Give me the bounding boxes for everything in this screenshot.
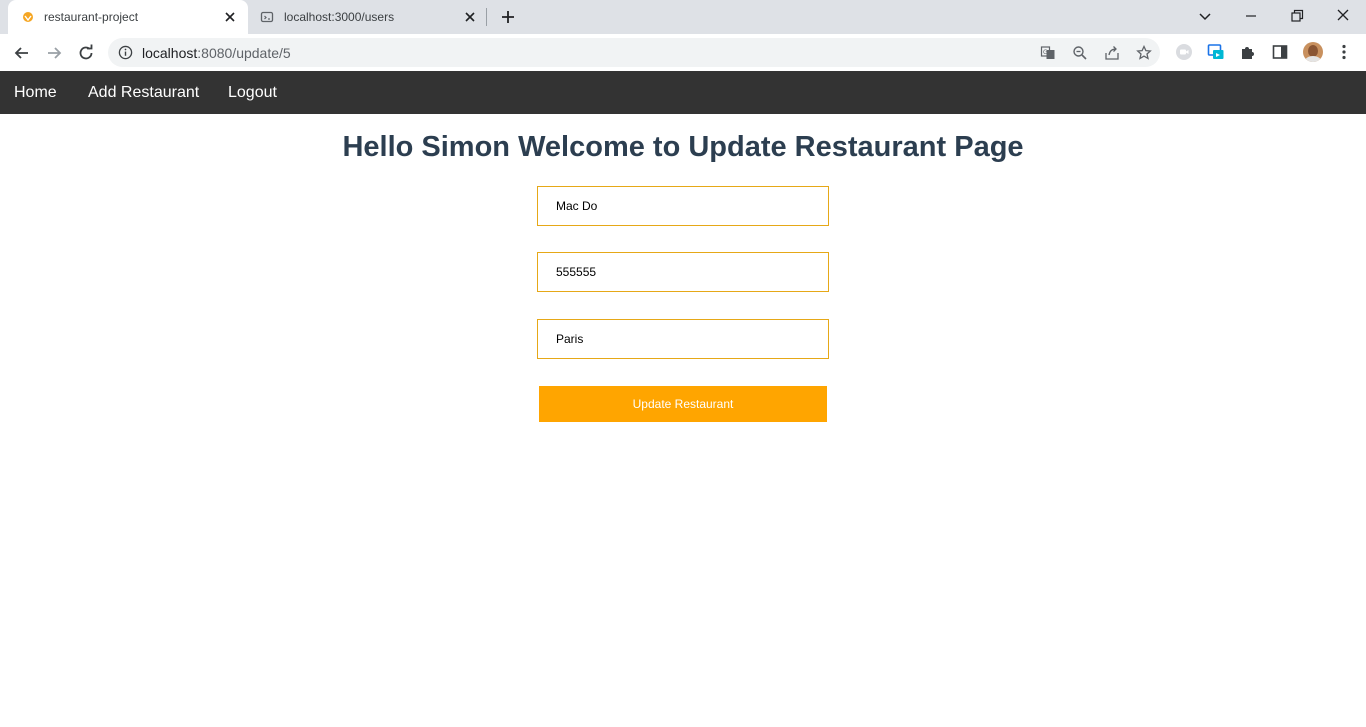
vue-favicon-icon <box>23 12 33 22</box>
restaurant-city-input[interactable] <box>537 319 829 359</box>
site-navbar: Home Add Restaurant Logout <box>0 71 1366 114</box>
reload-icon[interactable] <box>76 43 96 63</box>
new-tab-icon[interactable] <box>500 9 516 25</box>
nav-add-restaurant-link[interactable]: Add Restaurant <box>88 84 199 102</box>
tab-title: restaurant-project <box>44 10 139 24</box>
kebab-menu-icon[interactable] <box>1335 43 1353 61</box>
url-text: localhost:8080/update/5 <box>142 45 291 61</box>
side-panel-icon[interactable] <box>1271 43 1289 61</box>
page-favicon-icon <box>260 11 274 23</box>
url-path: :8080/update/5 <box>197 45 291 61</box>
browser-tab-strip: restaurant-project localhost:3000/users <box>0 0 1366 34</box>
close-icon[interactable] <box>222 9 238 25</box>
tab-localhost-users[interactable]: localhost:3000/users <box>248 0 488 34</box>
profile-avatar[interactable] <box>1303 42 1323 62</box>
zoom-out-icon[interactable] <box>1072 45 1088 61</box>
arrow-right-icon[interactable] <box>44 43 64 63</box>
avatar-body <box>1305 56 1321 62</box>
arrow-left-icon[interactable] <box>12 43 32 63</box>
address-bar[interactable]: localhost:8080/update/5 G <box>108 38 1160 67</box>
svg-text:G: G <box>1043 49 1048 56</box>
cast-icon[interactable] <box>1207 43 1225 61</box>
close-icon[interactable] <box>462 9 478 25</box>
url-host: localhost <box>142 45 198 61</box>
tab-title: localhost:3000/users <box>284 10 395 24</box>
restore-icon[interactable] <box>1287 6 1307 26</box>
translate-icon[interactable]: G <box>1040 45 1056 61</box>
meet-icon[interactable] <box>1175 43 1193 61</box>
tab-divider <box>486 8 487 26</box>
share-icon[interactable] <box>1104 45 1120 61</box>
tab-restaurant-project[interactable]: restaurant-project <box>8 0 248 34</box>
puzzle-icon[interactable] <box>1239 43 1257 61</box>
restaurant-phone-input[interactable] <box>537 252 829 292</box>
restaurant-name-input[interactable] <box>537 186 829 226</box>
nav-home-link[interactable]: Home <box>14 84 57 102</box>
nav-logout-link[interactable]: Logout <box>228 84 277 102</box>
tab-search-chevron-icon[interactable] <box>1195 6 1215 26</box>
update-restaurant-button[interactable]: Update Restaurant <box>539 386 827 422</box>
info-icon[interactable] <box>118 45 133 60</box>
star-icon[interactable] <box>1136 45 1152 61</box>
page-title: Hello Simon Welcome to Update Restaurant… <box>342 131 1024 163</box>
minimize-icon[interactable] <box>1241 6 1261 26</box>
browser-toolbar: localhost:8080/update/5 G <box>0 34 1366 71</box>
window-close-icon[interactable] <box>1333 6 1353 26</box>
